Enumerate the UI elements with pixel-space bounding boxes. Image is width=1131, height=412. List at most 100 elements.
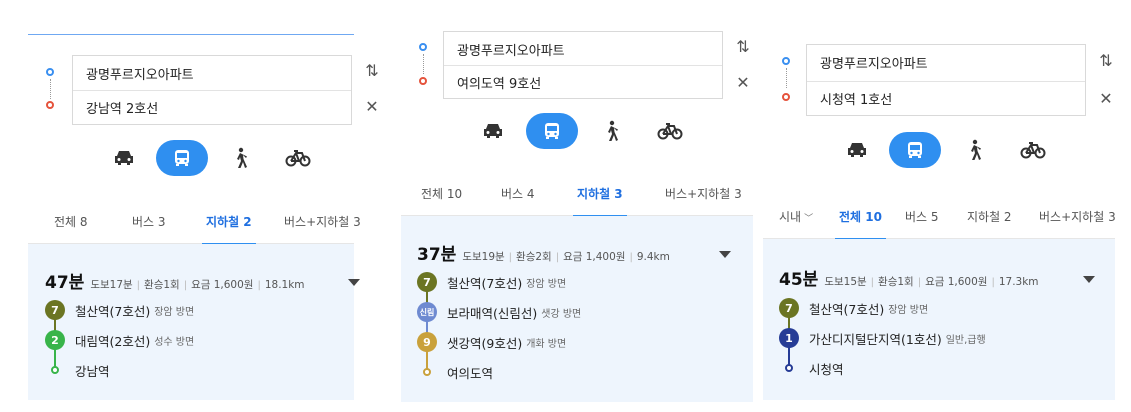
route-result-card[interactable]: 45분 도보15분 | 환승1회 | 요금 1,600원 | 17.3km 7 철산역… (763, 239, 1115, 400)
mode-walk-button[interactable] (585, 113, 637, 149)
origin-marker-icon (782, 57, 790, 65)
route-result-card[interactable]: 37분 도보19분 | 환승2회 | 요금 1,400원 | 9.4km 7 철산역(… (401, 216, 753, 402)
line-badge-7: 7 (45, 300, 65, 320)
triangle-down-icon[interactable] (1083, 276, 1095, 283)
area-filter-label: 시내 (779, 210, 802, 224)
destination-input[interactable]: 여의도역 9호선 (444, 65, 722, 99)
origin-text: 광명푸르지오아파트 (820, 56, 928, 72)
close-icon[interactable]: ✕ (1098, 90, 1114, 108)
mode-transit-button[interactable] (889, 132, 941, 168)
destination-text: 여의도역 9호선 (457, 77, 542, 92)
direction: 성수 방면 (154, 336, 195, 348)
route-result-card[interactable]: 47분 도보17분 | 환승1회 | 요금 1,600원 | 18.1km 7 철산역… (28, 244, 360, 400)
origin-input[interactable]: 광명푸르지오아파트 (73, 56, 351, 90)
station-name: 철산역(7호선) (809, 301, 885, 317)
tab-subway[interactable]: 지하철 2 (202, 200, 256, 245)
mode-bike-button[interactable] (272, 140, 324, 176)
station-name: 철산역(7호선) (447, 275, 523, 291)
bus-icon (545, 123, 559, 139)
route-panel-1: 광명푸르지오아파트 강남역 2호선 ⇅ ✕ 전체 8 버스 3 지하철 2 버스… (28, 0, 379, 412)
mode-bike-button[interactable] (644, 113, 696, 149)
step-item: 강남역 (45, 360, 110, 380)
car-icon (848, 143, 866, 157)
route-search-box: 광명푸르지오아파트 강남역 2호선 (72, 55, 352, 125)
tab-bus-subway[interactable]: 버스+지하철 3 (284, 200, 361, 244)
route-search-box: 광명푸르지오아파트 시청역 1호선 (806, 44, 1086, 116)
destination-input[interactable]: 강남역 2호선 (73, 90, 351, 124)
swap-icon[interactable]: ⇅ (1098, 52, 1114, 70)
origin-input[interactable]: 광명푸르지오아파트 (807, 45, 1085, 79)
close-icon[interactable]: ✕ (735, 74, 751, 92)
travel-time: 47분 (45, 273, 85, 293)
station-name: 샛강역(9호선) (447, 335, 523, 351)
line-badge-1: 1 (779, 328, 799, 348)
triangle-down-icon[interactable] (719, 251, 731, 258)
tab-subway[interactable]: 지하철 3 (573, 172, 627, 217)
tab-bus-subway[interactable]: 버스+지하철 3 (665, 172, 742, 216)
station-name: 철산역(7호선) (75, 303, 151, 319)
fare: 요금 1,600원 (925, 276, 988, 288)
destination-marker-icon (782, 93, 790, 101)
distance: 17.3km (998, 276, 1039, 288)
close-icon[interactable]: ✕ (364, 98, 380, 116)
tab-bus-subway[interactable]: 버스+지하철 3 (1039, 195, 1116, 239)
tab-all[interactable]: 전체 8 (54, 200, 88, 244)
route-dotted-line (786, 68, 787, 88)
route-type-tabs: 전체 10 버스 4 지하철 3 버스+지하철 3 (401, 172, 753, 217)
bus-icon (908, 142, 922, 158)
origin-input[interactable]: 광명푸르지오아파트 (444, 32, 722, 66)
swap-icon[interactable]: ⇅ (735, 38, 751, 56)
step-item: 2 대림역(2호선) 성수 방면 (45, 330, 194, 350)
bicycle-icon (1020, 142, 1046, 159)
station-name: 가산디지털단지역(1호선) (809, 331, 942, 347)
route-steps: 7 철산역(7호선) 장암 방면 2 대림역(2호선) 성수 방면 강남역 (45, 300, 345, 390)
mode-walk-button[interactable] (948, 132, 1000, 168)
chevron-down-icon: ﹀ (804, 214, 814, 224)
triangle-down-icon[interactable] (348, 279, 360, 286)
mode-transit-button[interactable] (156, 140, 208, 176)
tab-bus[interactable]: 버스 3 (132, 200, 166, 244)
direction: 개화 방면 (526, 338, 567, 350)
mode-car-button[interactable] (467, 113, 519, 149)
area-filter-dropdown[interactable]: 시내 ﹀ (779, 195, 813, 239)
walk-time: 도보17분 (90, 279, 133, 291)
destination-input[interactable]: 시청역 1호선 (807, 81, 1085, 115)
route-steps: 7 철산역(7호선) 장암 방면 신림 보라매역(신림선) 샛강 방면 9 샛강… (417, 272, 737, 392)
travel-time: 37분 (417, 245, 457, 265)
bus-icon (175, 150, 189, 166)
route-search-box: 광명푸르지오아파트 여의도역 9호선 (443, 31, 723, 99)
step-item: 신림 보라매역(신림선) 샛강 방면 (417, 302, 581, 322)
panel-top-line (28, 34, 354, 35)
route-steps: 7 철산역(7호선) 장암 방면 1 가산디지털단지역(1호선) 일반,급행 시… (779, 298, 1099, 388)
route-summary: 45분 도보15분 | 환승1회 | 요금 1,600원 | 17.3km (779, 265, 1039, 290)
walk-time: 도보19분 (462, 251, 505, 263)
mode-bike-button[interactable] (1007, 132, 1059, 168)
destination-marker-icon (419, 77, 427, 85)
line-badge-7: 7 (779, 298, 799, 318)
walk-icon (971, 139, 981, 160)
station-name: 보라매역(신림선) (447, 305, 538, 321)
bicycle-icon (657, 123, 683, 140)
step-item: 7 철산역(7호선) 장암 방면 (45, 300, 194, 320)
origin-text: 광명푸르지오아파트 (457, 43, 565, 59)
route-summary: 47분 도보17분 | 환승1회 | 요금 1,600원 | 18.1km (45, 268, 305, 293)
route-type-tabs: 시내 ﹀ 전체 10 버스 5 지하철 2 버스+지하철 3 (763, 195, 1116, 240)
mode-car-button[interactable] (831, 132, 883, 168)
tab-bus[interactable]: 버스 4 (501, 172, 535, 216)
direction: 장암 방면 (888, 304, 929, 316)
direction: 장암 방면 (154, 306, 195, 318)
mode-transit-button[interactable] (526, 113, 578, 149)
tab-subway[interactable]: 지하철 2 (967, 195, 1012, 239)
route-type-tabs: 전체 8 버스 3 지하철 2 버스+지하철 3 (28, 200, 361, 245)
line-badge-7: 7 (417, 272, 437, 292)
mode-walk-button[interactable] (214, 140, 266, 176)
route-dotted-line (423, 54, 424, 74)
tab-bus[interactable]: 버스 5 (905, 195, 939, 239)
tab-all[interactable]: 전체 10 (835, 195, 886, 240)
station-name: 대림역(2호선) (75, 333, 151, 349)
direction: 장암 방면 (526, 278, 567, 290)
arrival-marker-icon (417, 368, 437, 376)
swap-icon[interactable]: ⇅ (364, 62, 380, 80)
mode-car-button[interactable] (98, 140, 150, 176)
tab-all[interactable]: 전체 10 (421, 172, 462, 216)
